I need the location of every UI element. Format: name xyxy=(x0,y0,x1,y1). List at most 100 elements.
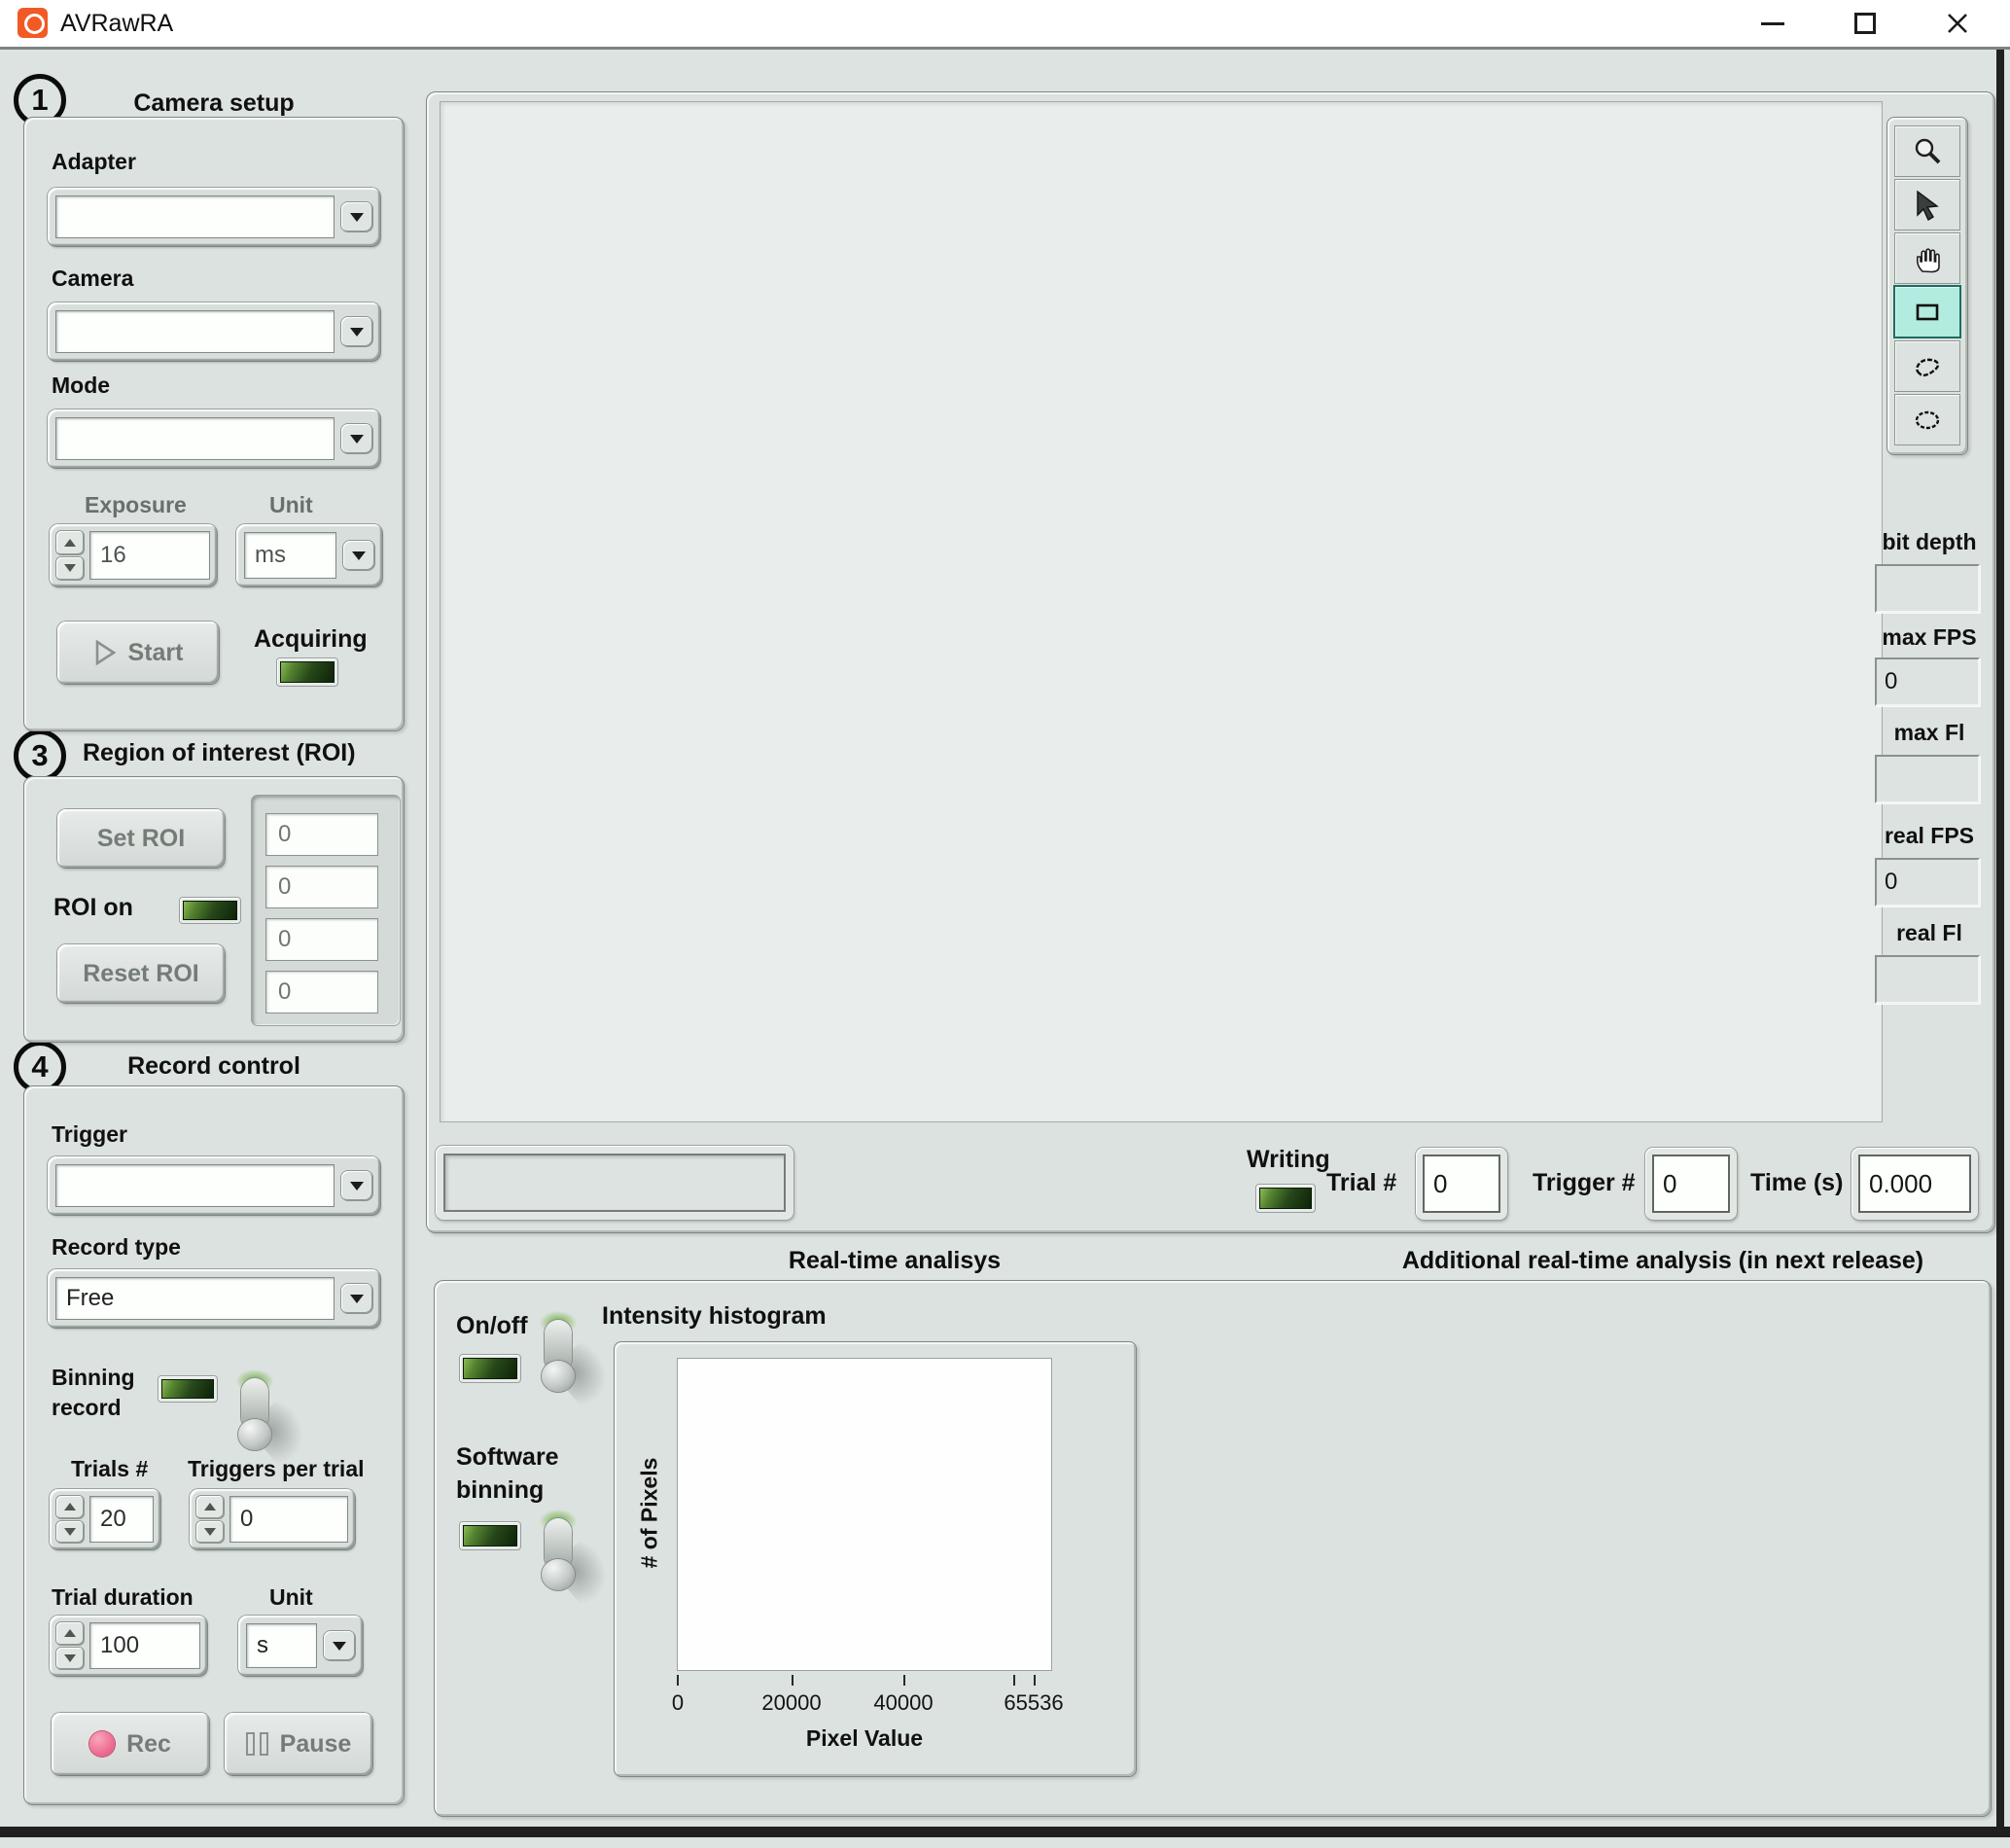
magnifier-icon xyxy=(1912,136,1943,167)
max-fl-label: max Fl xyxy=(1875,720,1984,746)
max-fps-field: 0 xyxy=(1875,657,1980,706)
trials-decrement-button[interactable] xyxy=(56,1521,84,1544)
duration-unit-label: Unit xyxy=(269,1584,313,1611)
arrow-up-icon xyxy=(64,539,76,547)
window-bottom-edge xyxy=(0,1827,2010,1837)
record-type-value[interactable]: Free xyxy=(55,1277,335,1320)
exposure-value[interactable]: 16 xyxy=(89,531,210,580)
mode-dropdown-button[interactable] xyxy=(341,424,372,453)
trigger-label: Trigger xyxy=(52,1121,127,1148)
onoff-toggle[interactable] xyxy=(540,1316,608,1423)
arrow-up-icon xyxy=(204,1503,216,1510)
x-tick-label: 40000 xyxy=(845,1690,962,1716)
adapter-dropdown-button[interactable] xyxy=(341,202,372,231)
maximize-button[interactable] xyxy=(1833,0,1897,47)
exposure-unit-label: Unit xyxy=(269,492,313,518)
chevron-down-icon xyxy=(352,551,366,560)
exposure-spinner[interactable]: 16 xyxy=(50,524,217,586)
real-fps-label: real FPS xyxy=(1875,823,1984,849)
roi-value-field[interactable]: 0 xyxy=(265,971,378,1013)
triggers-decrement-button[interactable] xyxy=(196,1521,224,1544)
duration-decrement-button[interactable] xyxy=(56,1648,84,1670)
roi-value-field[interactable]: 0 xyxy=(265,866,378,908)
rectangle-icon xyxy=(1912,299,1943,326)
pause-button[interactable]: Pause xyxy=(225,1713,372,1775)
duration-unit-combo[interactable]: s xyxy=(238,1616,363,1676)
exposure-increment-button[interactable] xyxy=(56,531,84,554)
record-type-combo[interactable]: Free xyxy=(48,1269,380,1328)
minimize-button[interactable] xyxy=(1741,0,1805,47)
image-display-area[interactable] xyxy=(440,101,1883,1122)
application-window: AVRawRA 1 2 3 4 5 Camera setup Adapter C… xyxy=(0,0,2010,1848)
onoff-label: On/off xyxy=(456,1312,528,1340)
triggers-per-trial-value[interactable]: 0 xyxy=(229,1496,348,1543)
duration-increment-button[interactable] xyxy=(56,1622,84,1645)
adapter-value[interactable] xyxy=(55,195,335,238)
reset-roi-button[interactable]: Reset ROI xyxy=(57,944,225,1003)
roi-value-field[interactable]: 0 xyxy=(265,813,378,856)
camera-setup-panel: Adapter Camera Mode Exposure Unit 16 ms xyxy=(23,117,405,731)
freehand-select-tool[interactable] xyxy=(1895,341,1959,391)
trials-increment-button[interactable] xyxy=(56,1496,84,1518)
titlebar-divider xyxy=(0,47,2010,50)
ellipse-select-tool[interactable] xyxy=(1895,395,1959,444)
arrow-down-icon xyxy=(64,564,76,572)
play-icon xyxy=(93,639,117,666)
x-tick xyxy=(792,1675,793,1686)
camera-value[interactable] xyxy=(55,310,335,353)
trigger-dropdown-button[interactable] xyxy=(341,1171,372,1200)
roi-value-field[interactable]: 0 xyxy=(265,918,378,961)
camera-combo[interactable] xyxy=(48,302,380,361)
trigger-value[interactable] xyxy=(55,1164,335,1207)
hand-icon xyxy=(1913,243,1942,274)
status-progress-bar xyxy=(436,1146,793,1220)
set-roi-button[interactable]: Set ROI xyxy=(57,809,225,868)
exposure-unit-value[interactable]: ms xyxy=(244,532,336,579)
x-tick-label: 65536 xyxy=(975,1690,1092,1716)
rectangle-select-tool[interactable] xyxy=(1895,287,1959,337)
record-type-dropdown-button[interactable] xyxy=(341,1284,372,1313)
trials-spinner[interactable]: 20 xyxy=(50,1489,160,1549)
exposure-unit-combo[interactable]: ms xyxy=(236,524,382,586)
software-binning-toggle[interactable] xyxy=(540,1514,608,1621)
cursor-tool[interactable] xyxy=(1895,180,1959,230)
trigger-number-field[interactable]: 0 xyxy=(1645,1148,1737,1220)
mode-combo[interactable] xyxy=(48,409,380,468)
software-binning-label: Software binning xyxy=(456,1440,559,1507)
zoom-tool[interactable] xyxy=(1895,126,1959,176)
set-roi-button-label: Set ROI xyxy=(97,825,185,853)
chevron-down-icon xyxy=(350,435,364,444)
rec-button[interactable]: Rec xyxy=(52,1713,209,1775)
exposure-decrement-button[interactable] xyxy=(56,557,84,581)
close-button[interactable] xyxy=(1925,0,1990,47)
histogram-plot-area[interactable] xyxy=(677,1358,1052,1671)
duration-unit-value[interactable]: s xyxy=(246,1623,317,1668)
roi-on-label: ROI on xyxy=(53,894,133,922)
trial-duration-spinner[interactable]: 100 xyxy=(50,1616,207,1676)
triggers-per-trial-spinner[interactable]: 0 xyxy=(190,1489,355,1549)
start-button[interactable]: Start xyxy=(57,622,219,684)
trial-number-field[interactable]: 0 xyxy=(1416,1148,1507,1220)
duration-unit-dropdown-button[interactable] xyxy=(324,1631,355,1660)
reset-roi-button-label: Reset ROI xyxy=(83,960,198,988)
maximize-icon xyxy=(1854,13,1876,34)
histogram-x-axis-label: Pixel Value xyxy=(719,1725,1010,1752)
chevron-down-icon xyxy=(350,1182,364,1191)
pan-tool[interactable] xyxy=(1895,233,1959,283)
time-field[interactable]: 0.000 xyxy=(1851,1148,1978,1220)
close-icon xyxy=(1946,12,1969,35)
exposure-unit-dropdown-button[interactable] xyxy=(343,541,374,570)
camera-label: Camera xyxy=(52,266,133,292)
trigger-combo[interactable] xyxy=(48,1156,380,1215)
cursor-arrow-icon xyxy=(1913,190,1942,221)
camera-dropdown-button[interactable] xyxy=(341,317,372,346)
trial-duration-value[interactable]: 100 xyxy=(89,1622,200,1669)
ellipse-icon xyxy=(1911,407,1944,434)
roi-on-led xyxy=(180,898,240,923)
mode-value[interactable] xyxy=(55,417,335,460)
triggers-increment-button[interactable] xyxy=(196,1496,224,1518)
adapter-combo[interactable] xyxy=(48,188,380,246)
arrow-up-icon xyxy=(64,1629,76,1637)
trials-value[interactable]: 20 xyxy=(89,1496,154,1543)
image-toolbar xyxy=(1887,117,1968,455)
